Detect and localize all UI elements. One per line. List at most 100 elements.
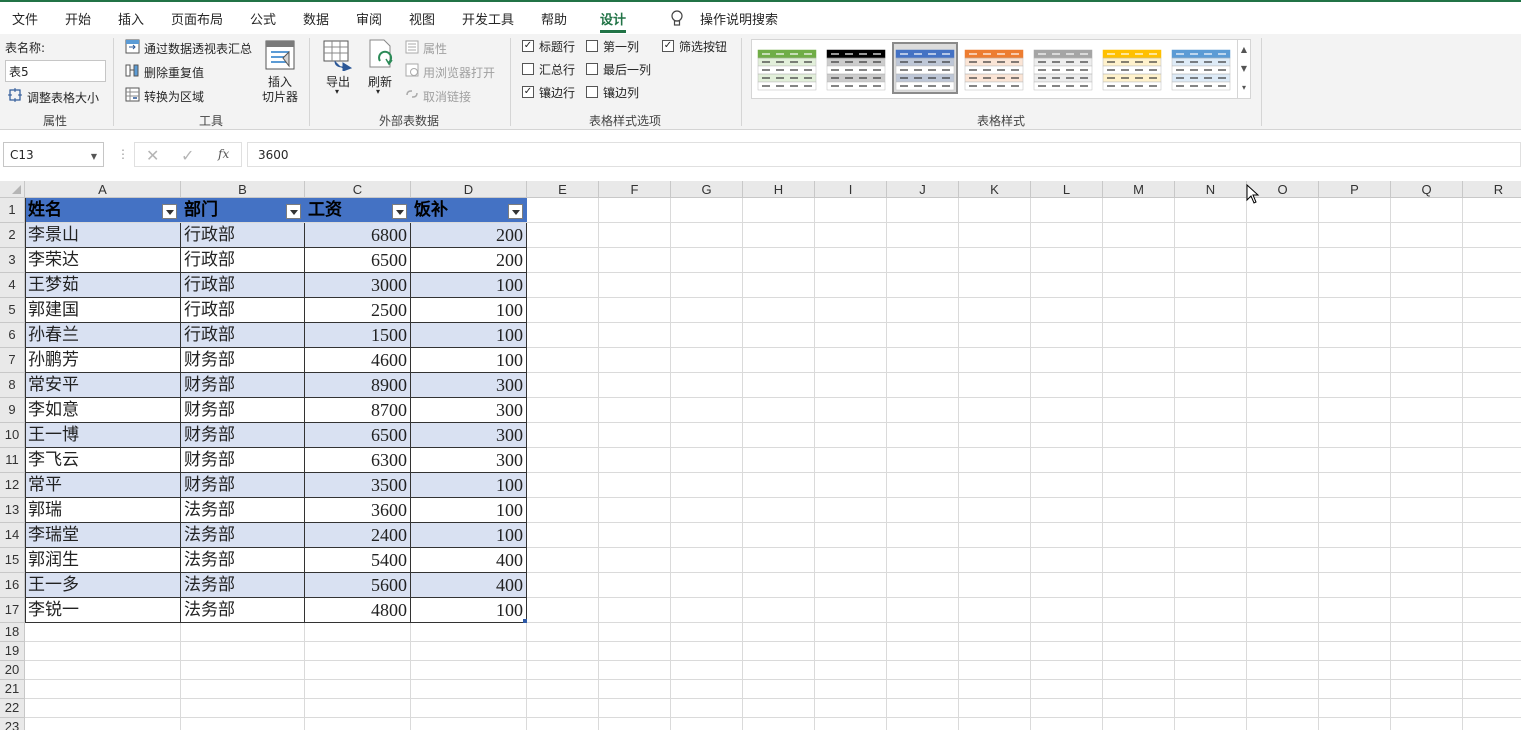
table-cell[interactable]: 100: [411, 473, 527, 498]
lightbulb-icon[interactable]: [670, 10, 684, 28]
column-header[interactable]: B: [181, 181, 305, 198]
gallery-scroll-down[interactable]: ▼: [1237, 59, 1250, 78]
insert-function-button[interactable]: fx: [218, 147, 229, 161]
row-header[interactable]: 15: [0, 548, 25, 573]
table-cell[interactable]: 李瑞堂: [25, 523, 181, 548]
table-cell[interactable]: 300: [411, 423, 527, 448]
remove-duplicates-button[interactable]: 删除重复值: [144, 64, 204, 81]
table-cell[interactable]: 100: [411, 323, 527, 348]
enter-icon[interactable]: ✓: [181, 146, 194, 165]
table-cell[interactable]: 300: [411, 398, 527, 423]
cancel-icon[interactable]: ✕: [146, 146, 159, 165]
table-cell[interactable]: 李飞云: [25, 448, 181, 473]
column-header[interactable]: Q: [1391, 181, 1463, 198]
table-cell[interactable]: 2400: [305, 523, 411, 548]
refresh-dropdown-icon[interactable]: ▾: [376, 87, 380, 96]
row-header[interactable]: 8: [0, 373, 25, 398]
row-header[interactable]: 17: [0, 598, 25, 623]
worksheet-grid[interactable]: ABCDEFGHIJKLMNOPQR 1 2 3 4 5 6 7 8 9 10 11 12 13 14 15…: [0, 181, 1521, 730]
table-cell[interactable]: 郭建国: [25, 298, 181, 323]
table-cell[interactable]: 法务部: [181, 548, 305, 573]
properties-button[interactable]: 属性: [423, 40, 447, 57]
column-header[interactable]: F: [599, 181, 671, 198]
table-cell[interactable]: 100: [411, 273, 527, 298]
row-header[interactable]: 16: [0, 573, 25, 598]
table-cell[interactable]: 400: [411, 573, 527, 598]
table-cell[interactable]: 法务部: [181, 498, 305, 523]
row-header[interactable]: 22: [0, 699, 25, 718]
table-cell[interactable]: 孙春兰: [25, 323, 181, 348]
table-cell[interactable]: 行政部: [181, 323, 305, 348]
first-column-checkbox[interactable]: [586, 40, 598, 52]
row-header[interactable]: 14: [0, 523, 25, 548]
tab-data[interactable]: 数据: [303, 9, 329, 28]
table-cell[interactable]: 郭瑞: [25, 498, 181, 523]
table-cell[interactable]: 郭润生: [25, 548, 181, 573]
column-header[interactable]: P: [1319, 181, 1391, 198]
tab-developer[interactable]: 开发工具: [462, 9, 514, 28]
table-cell[interactable]: 300: [411, 373, 527, 398]
row-header[interactable]: 11: [0, 448, 25, 473]
table-cell[interactable]: 行政部: [181, 248, 305, 273]
table-cell[interactable]: 李锐一: [25, 598, 181, 623]
row-header[interactable]: 5: [0, 298, 25, 323]
row-header[interactable]: 13: [0, 498, 25, 523]
table-cell[interactable]: 3500: [305, 473, 411, 498]
table-cell[interactable]: 5600: [305, 573, 411, 598]
tell-me-search[interactable]: 操作说明搜索: [700, 9, 778, 28]
open-in-browser-button[interactable]: 用浏览器打开: [423, 64, 495, 81]
filter-dropdown-icon[interactable]: [508, 204, 523, 219]
row-header[interactable]: 10: [0, 423, 25, 448]
banded-rows-checkbox[interactable]: ✓: [522, 86, 534, 98]
table-header-cell[interactable]: 姓名: [25, 198, 181, 222]
table-cell[interactable]: 李荣达: [25, 248, 181, 273]
total-row-checkbox[interactable]: [522, 63, 534, 75]
column-header[interactable]: G: [671, 181, 743, 198]
table-cell[interactable]: 法务部: [181, 523, 305, 548]
row-header[interactable]: 4: [0, 273, 25, 298]
table-header-cell[interactable]: 工资: [305, 198, 411, 222]
tab-home[interactable]: 开始: [65, 9, 91, 28]
table-cell[interactable]: 4800: [305, 598, 411, 623]
column-header[interactable]: R: [1463, 181, 1521, 198]
table-cell[interactable]: 王一多: [25, 573, 181, 598]
table-cell[interactable]: 200: [411, 248, 527, 273]
column-header[interactable]: K: [959, 181, 1031, 198]
table-name-input[interactable]: [5, 60, 106, 82]
table-cell[interactable]: 8900: [305, 373, 411, 398]
table-style-swatch[interactable]: [825, 44, 887, 92]
column-header[interactable]: N: [1175, 181, 1247, 198]
resize-table-button[interactable]: 调整表格大小: [27, 89, 99, 106]
table-cell[interactable]: 8700: [305, 398, 411, 423]
table-cell[interactable]: 财务部: [181, 348, 305, 373]
table-cell[interactable]: 6300: [305, 448, 411, 473]
table-cell[interactable]: 6500: [305, 248, 411, 273]
tab-formulas[interactable]: 公式: [250, 9, 276, 28]
column-header[interactable]: L: [1031, 181, 1103, 198]
table-header-cell[interactable]: 部门: [181, 198, 305, 222]
row-header[interactable]: 20: [0, 661, 25, 680]
row-header[interactable]: 12: [0, 473, 25, 498]
row-header[interactable]: 21: [0, 680, 25, 699]
row-header[interactable]: 2: [0, 223, 25, 248]
filter-dropdown-icon[interactable]: [286, 204, 301, 219]
table-cell[interactable]: 法务部: [181, 598, 305, 623]
tab-design[interactable]: 设计: [600, 9, 627, 33]
tab-help[interactable]: 帮助: [541, 9, 567, 28]
column-header[interactable]: A: [25, 181, 181, 198]
table-cell[interactable]: 财务部: [181, 448, 305, 473]
column-header[interactable]: E: [527, 181, 599, 198]
table-cell[interactable]: 6800: [305, 223, 411, 248]
table-cell[interactable]: 法务部: [181, 573, 305, 598]
table-style-swatch[interactable]: [892, 42, 958, 94]
tab-view[interactable]: 视图: [409, 9, 435, 28]
gallery-scroll-up[interactable]: ▲: [1237, 40, 1250, 59]
row-header[interactable]: 23: [0, 718, 25, 730]
table-cell[interactable]: 200: [411, 223, 527, 248]
column-header[interactable]: C: [305, 181, 411, 198]
table-cell[interactable]: 4600: [305, 348, 411, 373]
table-style-swatch[interactable]: [1170, 44, 1232, 92]
export-dropdown-icon[interactable]: ▾: [335, 87, 339, 96]
tab-page-layout[interactable]: 页面布局: [171, 9, 223, 28]
column-header[interactable]: I: [815, 181, 887, 198]
